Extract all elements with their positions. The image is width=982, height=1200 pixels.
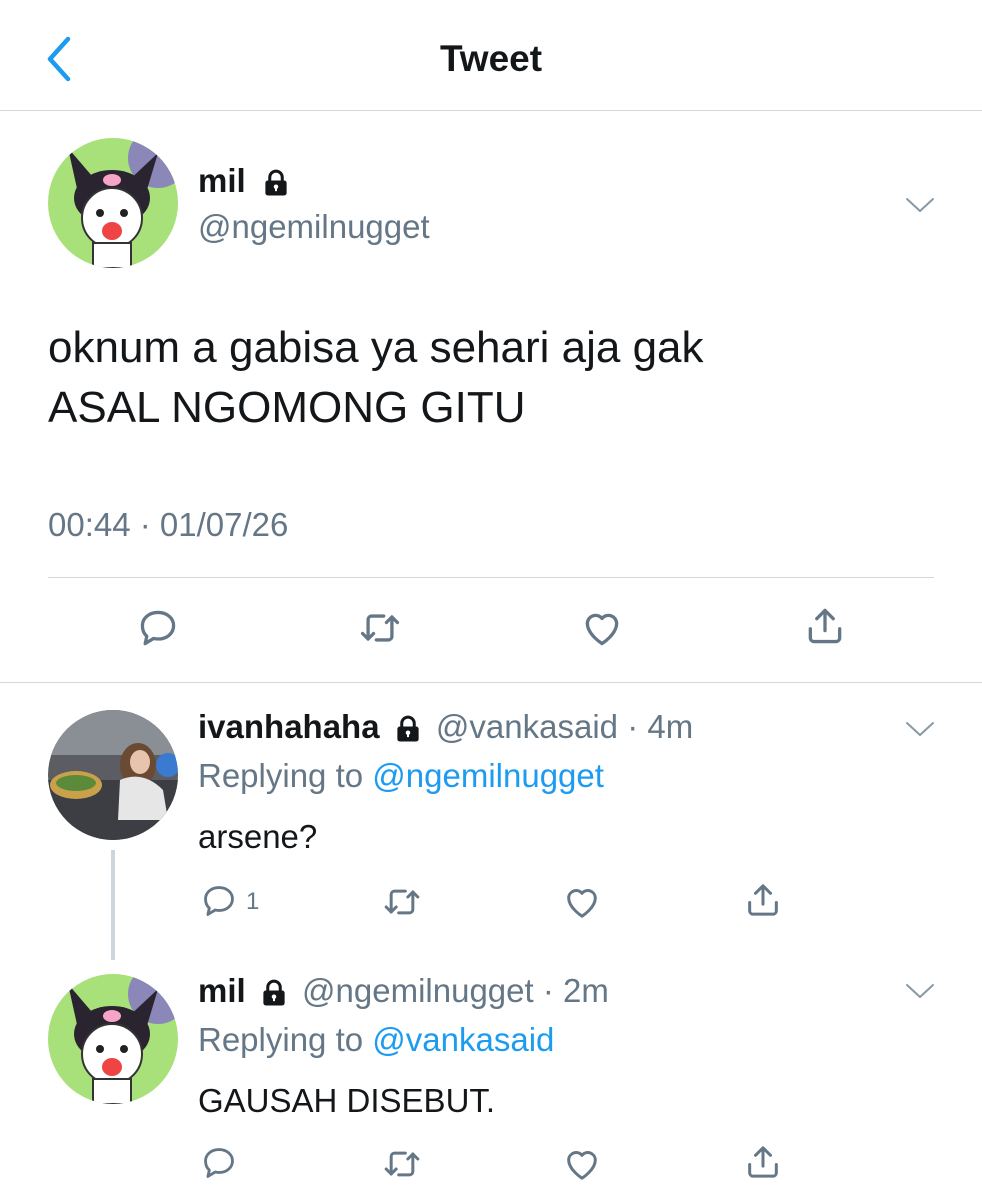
share-icon[interactable] <box>803 604 847 648</box>
divider <box>48 577 934 578</box>
retweet-icon[interactable] <box>382 882 422 922</box>
replying-to: Replying to @ngemilnugget <box>198 757 604 795</box>
reply-icon[interactable] <box>200 882 238 920</box>
reply-header: ivanhahaha @vankasaid · 4m <box>198 708 693 746</box>
divider <box>0 682 982 683</box>
share-icon[interactable] <box>743 1142 783 1182</box>
avatar[interactable] <box>48 974 178 1104</box>
author-name: mil <box>198 162 246 199</box>
reply-icon[interactable] <box>136 606 180 650</box>
share-icon[interactable] <box>743 880 783 920</box>
like-icon[interactable] <box>562 1144 602 1184</box>
chevron-down-icon[interactable] <box>905 982 935 1000</box>
thread-line <box>111 850 115 960</box>
page-title: Tweet <box>439 38 543 79</box>
author-name[interactable]: ivanhahaha <box>198 708 380 745</box>
like-icon[interactable] <box>580 606 624 650</box>
tweet-text-line: oknum a gabisa ya sehari aja gak <box>48 323 704 372</box>
author-name-row[interactable]: mil <box>198 162 291 200</box>
author-name[interactable]: mil <box>198 972 246 1009</box>
tweet-text: oknum a gabisa ya sehari aja gak ASAL NG… <box>48 318 704 438</box>
lock-icon <box>261 167 291 199</box>
reply-count: 1 <box>246 888 260 915</box>
reply-text: arsene? <box>198 818 318 855</box>
chevron-down-icon[interactable] <box>905 720 935 738</box>
author-handle[interactable]: @ngemilnugget <box>198 208 430 246</box>
replying-label: Replying to <box>198 757 364 794</box>
replying-label: Replying to <box>198 1021 364 1058</box>
chevron-down-icon[interactable] <box>905 196 935 214</box>
tweet-timestamp: 00:44 · 01/07/26 <box>48 506 289 543</box>
reply-icon[interactable] <box>200 1144 238 1182</box>
lock-icon <box>259 977 289 1009</box>
avatar[interactable] <box>48 710 178 840</box>
like-icon[interactable] <box>562 882 602 922</box>
reply-text: GAUSAH DISEBUT. <box>198 1082 496 1119</box>
author-handle[interactable]: @ngemilnugget <box>302 972 534 1009</box>
replying-handle-link[interactable]: @ngemilnugget <box>372 757 604 794</box>
avatar[interactable] <box>48 138 178 268</box>
lock-icon <box>393 713 423 745</box>
replying-to: Replying to @vankasaid <box>198 1021 554 1059</box>
tweet-text-line: ASAL NGOMONG GITU <box>48 383 526 432</box>
author-handle[interactable]: @vankasaid <box>436 708 618 745</box>
reply-time: · 2m <box>542 972 609 1009</box>
retweet-icon[interactable] <box>358 606 402 650</box>
replying-handle-link[interactable]: @vankasaid <box>372 1021 554 1058</box>
reply-time: · 4m <box>627 708 694 745</box>
retweet-icon[interactable] <box>382 1144 422 1184</box>
reply-header: mil @ngemilnugget · 2m <box>198 972 609 1010</box>
